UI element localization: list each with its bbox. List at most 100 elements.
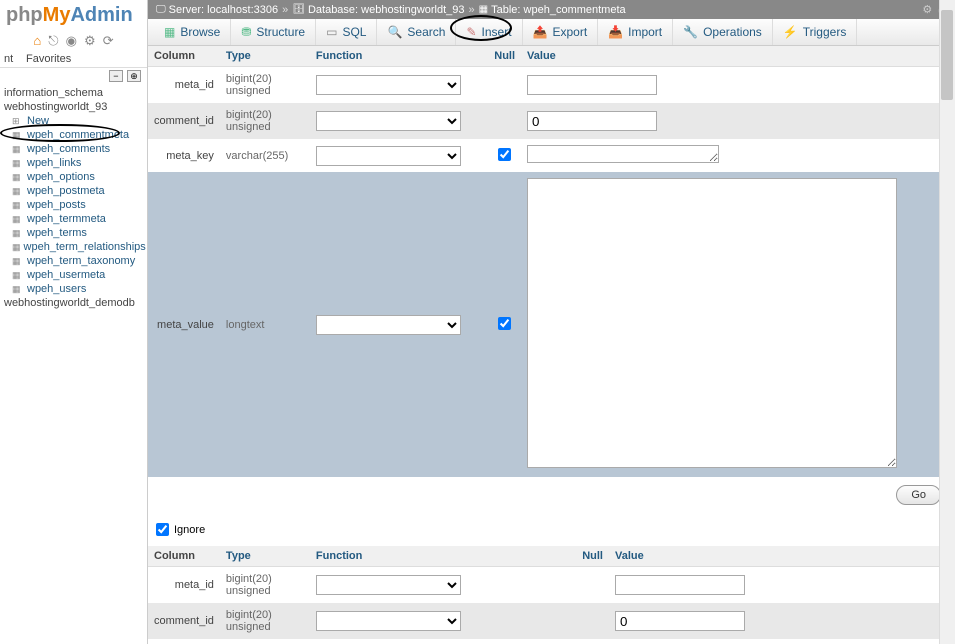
tab-triggers[interactable]: ⚡Triggers [773,19,858,45]
column-type: longtext [220,172,310,477]
breadcrumb: 🖵 Server: localhost:3306 » 🗄 Database: w… [148,0,955,19]
header-null: Null [576,546,609,567]
value-input[interactable] [527,75,657,95]
gear-icon[interactable]: ⚙ [922,3,932,16]
scrollbar[interactable] [939,0,955,644]
table-icon: ▦ [12,228,24,238]
header-null: Null [488,46,521,67]
db-item[interactable]: webhostingworldt_demodb [2,296,147,310]
table-item[interactable]: ▦wpeh_options [2,170,147,184]
logout-icon[interactable]: ⎋ [48,33,58,48]
home-icon[interactable]: ⌂ [33,33,41,48]
go-button[interactable]: Go [896,485,941,505]
new-table-item[interactable]: ⊞New [2,114,147,128]
favorites-row: nt Favorites [0,51,147,68]
column-type: bigint(20) unsigned [220,603,310,639]
header-function[interactable]: Function [310,546,576,567]
header-function[interactable]: Function [310,46,488,67]
table-icon: ▦ [12,172,24,182]
table-icon: ▦ [12,144,24,154]
link-icon[interactable]: ⊕ [127,70,141,82]
table-item[interactable]: ▦wpeh_links [2,156,147,170]
function-select[interactable] [316,575,461,595]
import-icon: 📥 [608,25,623,39]
docs-icon[interactable]: ◉ [66,33,77,48]
ignore-checkbox[interactable] [156,523,169,536]
database-icon: 🗄 [292,4,305,15]
export-icon: 📤 [533,25,548,39]
function-select[interactable] [316,146,461,166]
reload-icon[interactable]: ⟳ [103,33,114,48]
function-select[interactable] [316,315,461,335]
header-column: Column [148,546,220,567]
table-item[interactable]: ▦wpeh_comments [2,142,147,156]
function-select[interactable] [316,75,461,95]
tab-browse[interactable]: ▦Browse [154,19,231,45]
table-icon: ▦ [12,242,21,252]
collapse-icon[interactable]: − [109,70,123,82]
quick-icons: ⌂ ⎋ ◉ ⚙ ⟳ [0,31,147,51]
tab-import[interactable]: 📥Import [598,19,673,45]
value-input[interactable] [615,611,745,631]
header-value: Value [521,46,955,67]
value-input[interactable] [615,575,745,595]
table-item[interactable]: ▦wpeh_postmeta [2,184,147,198]
value-textarea[interactable] [527,178,897,468]
header-type[interactable]: Type [220,546,310,567]
column-type: bigint(20) unsigned [220,67,310,104]
table-icon: ▦ [12,284,24,294]
tab-export[interactable]: 📤Export [523,19,599,45]
table-icon: ▦ [12,158,24,168]
header-value: Value [609,546,955,567]
table-item[interactable]: ▦wpeh_term_relationships [2,240,147,254]
table-item[interactable]: ▦wpeh_termmeta [2,212,147,226]
server-link[interactable]: localhost:3306 [207,4,278,16]
favorites-label[interactable]: Favorites [26,53,71,65]
header-type[interactable]: Type [220,46,310,67]
search-icon: 🔍 [387,25,402,39]
structure-icon: ⛃ [241,25,251,39]
value-textarea[interactable] [527,145,719,163]
browse-icon: ▦ [164,25,175,39]
server-label: Server: [169,4,204,16]
column-type: bigint(20) unsigned [220,567,310,604]
null-checkbox[interactable] [498,317,511,330]
logo: phpMyAdmin [0,0,147,31]
null-checkbox[interactable] [498,148,511,161]
table-icon: ▦ [12,270,24,280]
table-item[interactable]: ▦wpeh_commentmeta [2,128,147,142]
table-item[interactable]: ▦wpeh_users [2,282,147,296]
db-item[interactable]: webhostingworldt_93 [2,100,147,114]
table-item[interactable]: ▦wpeh_terms [2,226,147,240]
db-item[interactable]: information_schema [2,86,147,100]
recent-label[interactable]: nt [4,53,18,65]
function-select[interactable] [316,611,461,631]
tab-operations[interactable]: 🔧Operations [673,19,773,45]
settings-icon[interactable]: ⚙ [84,33,96,48]
db-label: Database: [308,4,358,16]
tabs-bar: ▦Browse ⛃Structure ▭SQL 🔍Search ✎Insert … [148,19,955,46]
scroll-thumb[interactable] [941,10,953,100]
table-item[interactable]: ▦wpeh_term_taxonomy [2,254,147,268]
column-name: meta_id [148,567,220,604]
tab-search[interactable]: 🔍Search [377,19,456,45]
table-icon: ▦ [12,186,24,196]
tab-insert[interactable]: ✎Insert [456,19,522,45]
table-item[interactable]: ▦wpeh_posts [2,198,147,212]
table-icon: ▦ [12,256,24,266]
insert-icon: ✎ [466,25,476,39]
column-type: bigint(20) unsigned [220,103,310,139]
tab-structure[interactable]: ⛃Structure [231,19,316,45]
table-icon: ▦ [12,130,24,140]
triggers-icon: ⚡ [783,25,798,39]
operations-icon: 🔧 [683,25,698,39]
header-column: Column [148,46,220,67]
function-select[interactable] [316,111,461,131]
db-link[interactable]: webhostingworldt_93 [361,4,464,16]
main-panel: 🖵 Server: localhost:3306 » 🗄 Database: w… [148,0,955,644]
table-icon: ▦ [479,4,488,15]
value-input[interactable] [527,111,657,131]
table-item[interactable]: ▦wpeh_usermeta [2,268,147,282]
tab-sql[interactable]: ▭SQL [316,19,377,45]
table-link[interactable]: wpeh_commentmeta [524,4,626,16]
